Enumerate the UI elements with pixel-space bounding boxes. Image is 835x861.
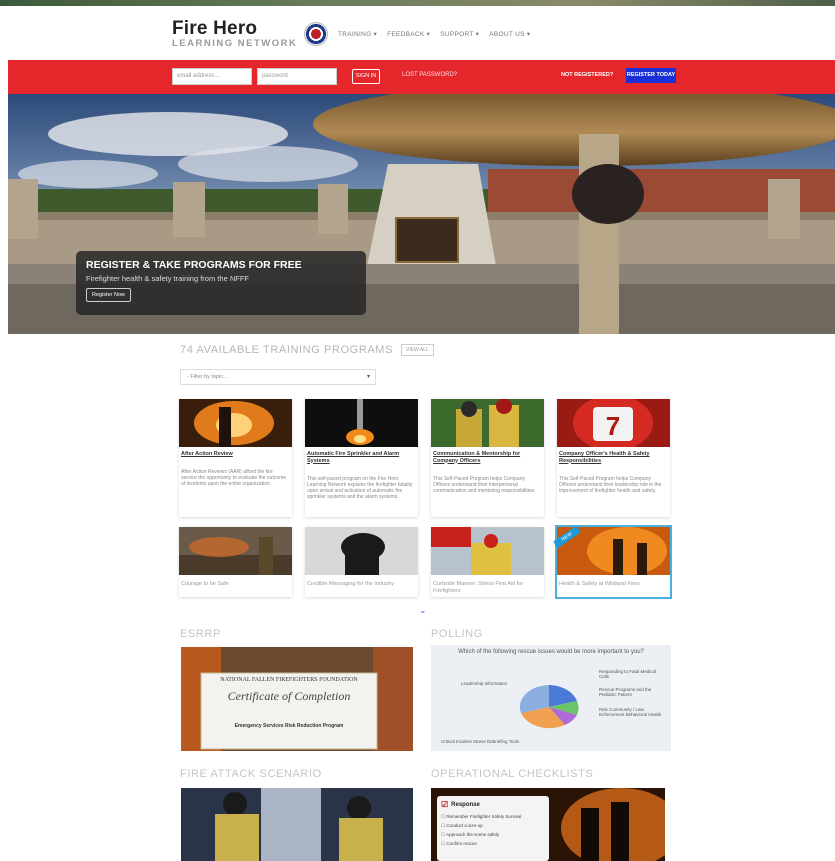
esrrp-certificate[interactable]: NATIONAL FALLEN FIREFIGHTERS FOUNDATION … xyxy=(181,647,413,751)
section-title-esrrp: ESRRP xyxy=(180,628,221,640)
card-title[interactable]: Credible Messaging for the Industry xyxy=(307,581,415,588)
certificate-heading: Certificate of Completion xyxy=(227,689,351,703)
card-image xyxy=(179,399,292,447)
not-registered-label: NOT REGISTERED? xyxy=(561,72,614,78)
card-image xyxy=(431,399,544,447)
program-card[interactable]: Communication & Mentorship for Company O… xyxy=(431,399,544,517)
topic-filter-value: - Filter by topic... xyxy=(187,374,228,380)
nav-training[interactable]: TRAINING ▾ xyxy=(338,30,377,38)
hero-title: REGISTER & TAKE PROGRAMS FOR FREE xyxy=(86,259,302,271)
card-image xyxy=(305,399,418,447)
card-title[interactable]: Company Officer's Health & Safety Respon… xyxy=(559,451,667,464)
topic-filter-select[interactable]: - Filter by topic... ▾ xyxy=(180,369,376,385)
poll-pie-chart xyxy=(519,685,579,729)
section-title-checklists: OPERATIONAL CHECKLISTS xyxy=(431,768,594,780)
site-header: Fire Hero LEARNING NETWORK TRAINING ▾ FE… xyxy=(0,6,835,60)
card-image xyxy=(305,527,418,575)
hero-subtitle: Firefighter health & safety training fro… xyxy=(86,274,249,283)
logo-title: Fire Hero xyxy=(172,18,258,39)
nav-feedback[interactable]: FEEDBACK ▾ xyxy=(387,30,430,38)
checkmark-icon: ☑ xyxy=(441,800,449,809)
card-image xyxy=(431,527,544,575)
nfff-badge-icon xyxy=(304,22,328,46)
chevron-down-icon: ▾ xyxy=(366,374,370,380)
card-description: This Self-Paced Program helps Company Of… xyxy=(559,476,662,494)
sign-in-button[interactable]: SIGN IN xyxy=(352,69,380,84)
card-title[interactable]: Communication & Mentorship for Company O… xyxy=(433,451,541,464)
section-title-polling: POLLING xyxy=(431,628,483,640)
nav-about-us[interactable]: ABOUT US ▾ xyxy=(489,30,530,38)
nav-support[interactable]: SUPPORT ▾ xyxy=(440,30,479,38)
card-title[interactable]: Automatic Fire Sprinkler and Alarm Syste… xyxy=(307,451,415,464)
poll-label: Responding to Fatal Medical Calls xyxy=(599,669,657,679)
card-title[interactable]: Health & Safety at Wildland Fires xyxy=(559,581,667,588)
poll-label: Risk Community / Law Enforcement Behavio… xyxy=(599,707,662,717)
main-nav: TRAINING ▾ FEEDBACK ▾ SUPPORT ▾ ABOUT US… xyxy=(338,30,530,38)
card-description: This self-paced program on the Fire Hero… xyxy=(307,476,413,500)
site-logo[interactable]: Fire Hero LEARNING NETWORK xyxy=(172,18,298,49)
card-title[interactable]: Curbside Manner: Stress First Aid for Fi… xyxy=(433,581,541,594)
lost-password-link[interactable]: LOST PASSWORD? xyxy=(402,72,457,78)
login-bar: email address... password SIGN IN LOST P… xyxy=(8,60,835,94)
email-input[interactable]: email address... xyxy=(172,68,252,85)
card-title[interactable]: After Action Review xyxy=(181,451,289,458)
poll-label: Leadership Information xyxy=(461,681,508,686)
fire-attack-image xyxy=(181,788,413,861)
program-card[interactable]: Courage to be Safe xyxy=(179,527,292,597)
register-today-button[interactable]: REGISTER TODAY xyxy=(626,68,676,83)
certificate-org: NATIONAL FALLEN FIREFIGHTERS FOUNDATION xyxy=(220,677,358,683)
checklist-panel[interactable]: ☑ Response ☐ Remember Firefighter Safety… xyxy=(431,788,665,861)
view-all-button[interactable]: VIEW ALL xyxy=(401,344,434,356)
hero-callout: REGISTER & TAKE PROGRAMS FOR FREE Firefi… xyxy=(76,251,366,315)
polling-panel[interactable]: Which of the following rescue issues wou… xyxy=(431,645,671,751)
poll-label: Critical Incident Stress Debriefing Tool… xyxy=(441,739,520,744)
card-title[interactable]: Courage to be Safe xyxy=(181,581,289,588)
card-description: This Self-Paced Program helps Company Of… xyxy=(433,476,536,494)
checklist-item-label: Confirm rescue xyxy=(446,841,477,846)
card-description: After Action Reviews (AAR) afford the fi… xyxy=(181,469,287,487)
program-card[interactable]: 7 Company Officer's Health & Safety Resp… xyxy=(557,399,670,517)
program-card[interactable]: Automatic Fire Sprinkler and Alarm Syste… xyxy=(305,399,418,517)
fire-attack-video[interactable] xyxy=(181,788,413,861)
poll-label: Rescue Programs and the Pediatric Patien… xyxy=(599,687,652,697)
chevron-down-icon[interactable]: ⌄ xyxy=(419,605,427,616)
checklist-item-label: Conduct a size-up xyxy=(446,823,483,828)
hero-banner: REGISTER & TAKE PROGRAMS FOR FREE Firefi… xyxy=(8,94,835,334)
checklist-title: Response xyxy=(451,801,480,808)
checklist-item-label: Remember Firefighter Safety Survival xyxy=(446,814,522,819)
password-input[interactable]: password xyxy=(257,68,337,85)
checklist-item[interactable]: ☐ Confirm rescue xyxy=(441,839,545,848)
program-card[interactable]: Curbside Manner: Stress First Aid for Fi… xyxy=(431,527,544,597)
card-image: 7 xyxy=(557,399,670,447)
programs-header: 74 AVAILABLE TRAINING PROGRAMS VIEW ALL xyxy=(180,344,434,356)
checklist-item[interactable]: ☐ Approach the scene safely xyxy=(441,830,545,839)
svg-text:7: 7 xyxy=(606,411,620,441)
logo-subtitle: LEARNING NETWORK xyxy=(172,38,298,49)
programs-title: 74 AVAILABLE TRAINING PROGRAMS xyxy=(180,344,394,356)
program-card[interactable]: After Action Review After Action Reviews… xyxy=(179,399,292,517)
card-image xyxy=(179,527,292,575)
section-title-fire-attack: FIRE ATTACK SCENARIO xyxy=(180,768,322,780)
certificate-program: Emergency Services Risk Reduction Progra… xyxy=(234,723,344,729)
checklist-item[interactable]: ☐ Conduct a size-up xyxy=(441,821,545,830)
checklist-item[interactable]: ☐ Remember Firefighter Safety Survival xyxy=(441,812,545,821)
checklist-card: ☑ Response ☐ Remember Firefighter Safety… xyxy=(437,796,549,861)
program-card[interactable]: Credible Messaging for the Industry xyxy=(305,527,418,597)
program-card[interactable]: NEW Health & Safety at Wildland Fires xyxy=(553,525,672,599)
register-now-button[interactable]: Register Now xyxy=(86,288,132,302)
checklist-item-label: Approach the scene safely xyxy=(446,832,500,837)
